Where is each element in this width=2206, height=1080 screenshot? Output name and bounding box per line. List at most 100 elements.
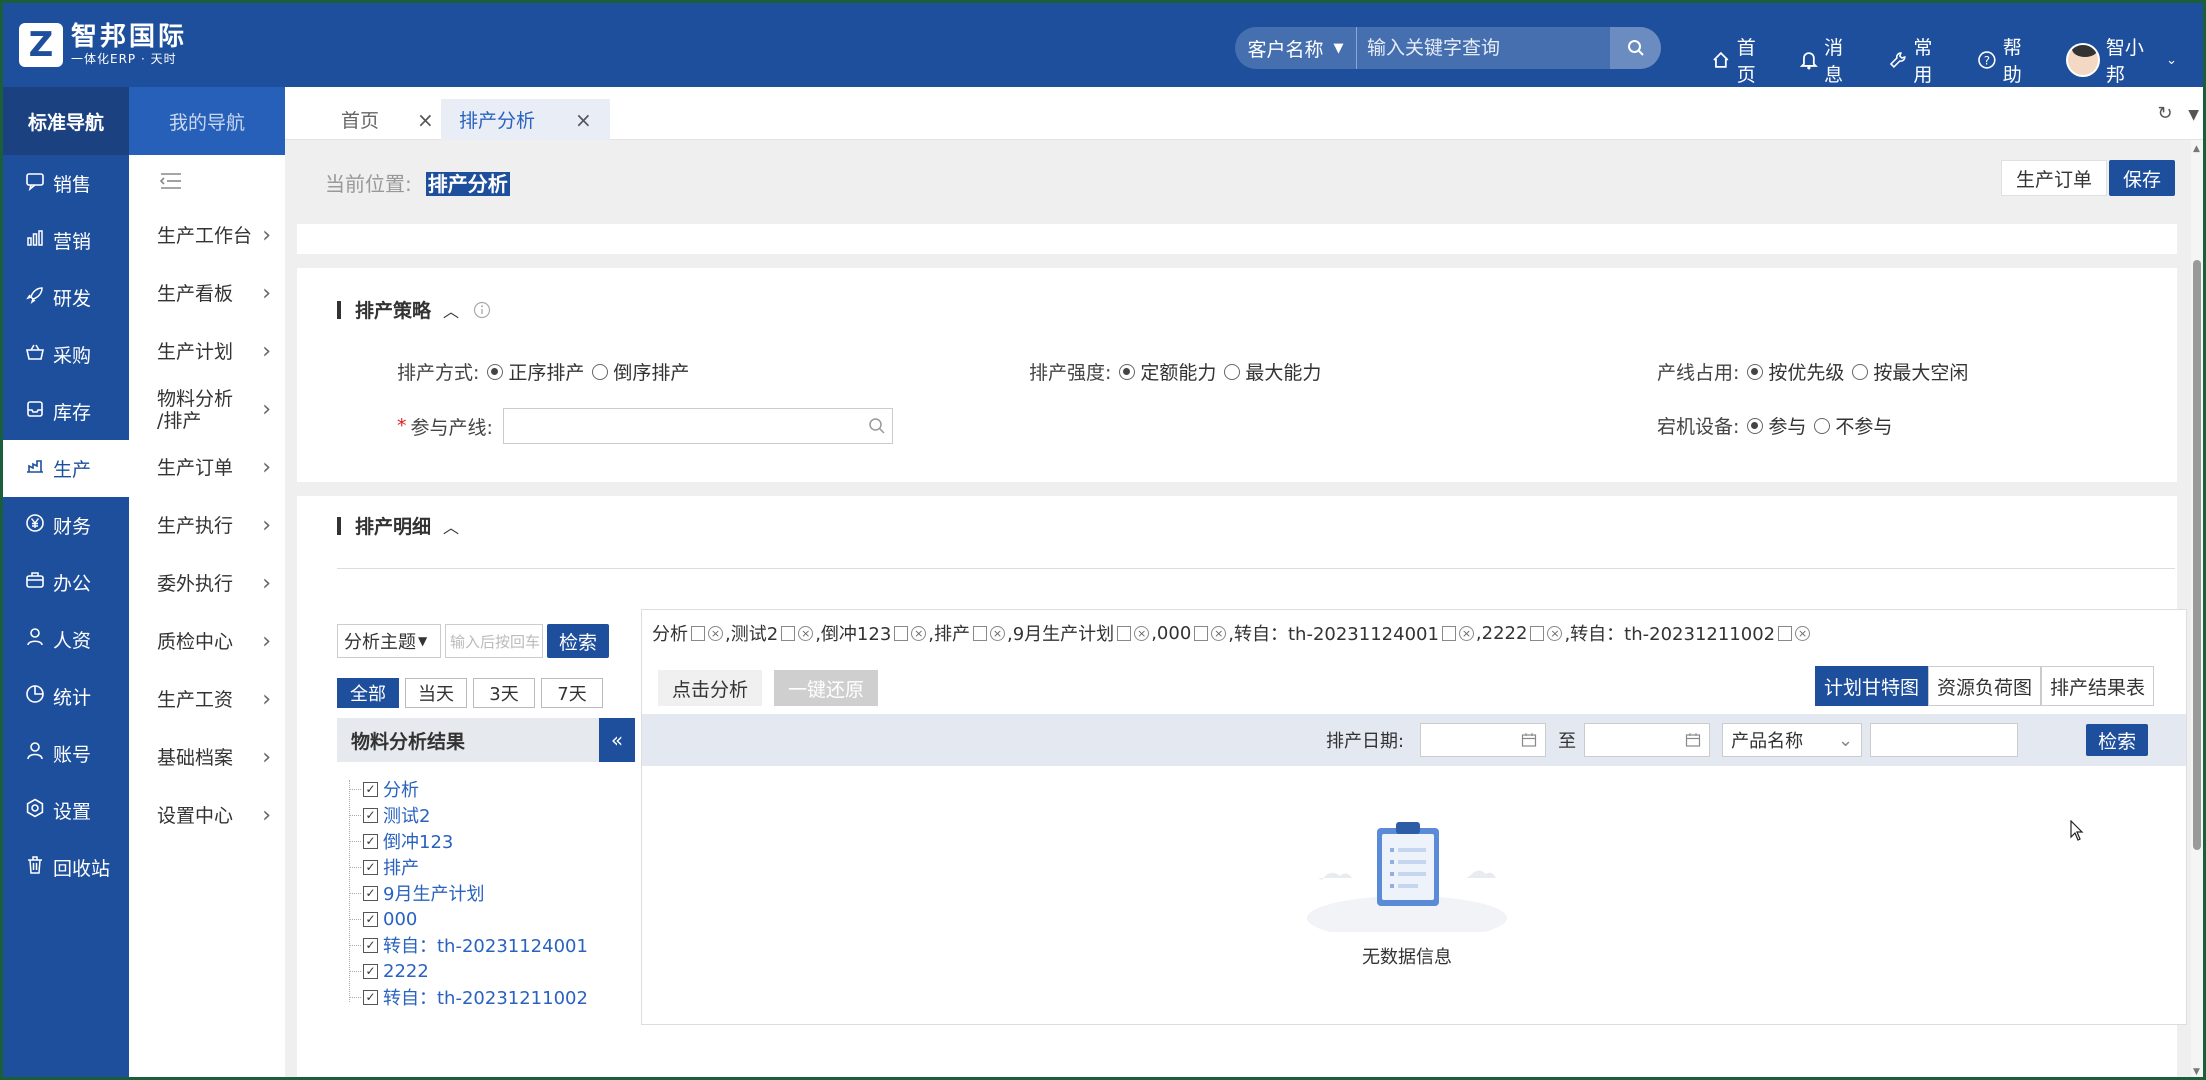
intensity-option-0[interactable]: 定额能力 [1119, 358, 1216, 385]
caret-down-icon[interactable]: ▼ [2188, 107, 2199, 123]
nav-item-6[interactable]: 财务 [3, 497, 129, 554]
note-icon[interactable] [1441, 625, 1456, 641]
downtime-option-0[interactable]: 参与 [1747, 412, 1806, 439]
subnav-item-10[interactable]: 设置中心 › [129, 787, 285, 845]
note-icon[interactable] [1117, 625, 1132, 641]
note-icon[interactable] [691, 625, 705, 641]
product-input[interactable] [1870, 723, 2019, 757]
checkbox-checked-icon[interactable]: ✓ [363, 963, 378, 979]
query-button[interactable]: 检索 [2086, 724, 2149, 756]
close-icon[interactable]: × [417, 108, 434, 132]
production-order-button[interactable]: 生产订单 [2001, 160, 2108, 196]
tree-node[interactable]: ✓ 排产 [337, 854, 637, 880]
tab-schedule-analysis[interactable]: 排产分析 × [441, 99, 610, 140]
refresh-icon[interactable]: ↻ [2157, 103, 2172, 124]
checkbox-checked-icon[interactable]: ✓ [363, 833, 378, 849]
tree-node[interactable]: ✓ 000 [337, 906, 637, 932]
subnav-item-3[interactable]: 物料分析 /排产 › [129, 381, 285, 439]
nav-item-2[interactable]: 研发 [3, 269, 129, 326]
nav-item-9[interactable]: 统计 [3, 668, 129, 725]
nav-item-5[interactable]: 生产 [3, 440, 129, 497]
range-button-2[interactable]: 3天 [473, 678, 535, 708]
remove-circle-icon[interactable]: × [1795, 625, 1811, 641]
view-tab-0[interactable]: 计划甘特图 [1814, 666, 1928, 706]
scrollbar-thumb[interactable] [2193, 260, 2201, 850]
tree-node[interactable]: ✓ 转自：th-20231124001 [337, 932, 637, 958]
subnav-item-4[interactable]: 生产订单 › [129, 439, 285, 497]
view-tab-1[interactable]: 资源负荷图 [1927, 666, 2041, 706]
line-usage-option-0[interactable]: 按优先级 [1747, 358, 1844, 385]
range-button-1[interactable]: 当天 [405, 678, 467, 708]
view-tab-2[interactable]: 排产结果表 [2040, 666, 2154, 706]
top-common-link[interactable]: 常用 [1888, 33, 1951, 87]
detail-title[interactable]: 排产明细 ︿ [337, 512, 459, 539]
collapse-menu-button[interactable] [129, 155, 285, 207]
participate-line-input[interactable] [502, 408, 893, 444]
start-date-input[interactable] [1420, 723, 1547, 757]
standard-nav-tab[interactable]: 标准导航 [3, 87, 129, 155]
restore-button[interactable]: 一键还原 [774, 670, 879, 706]
remove-circle-icon[interactable]: × [1134, 625, 1150, 641]
remove-circle-icon[interactable]: × [1458, 625, 1474, 641]
remove-circle-icon[interactable]: × [1211, 625, 1227, 641]
downtime-option-1[interactable]: 不参与 [1814, 412, 1892, 439]
collapse-left-button[interactable]: « [599, 718, 635, 762]
nav-item-10[interactable]: 账号 [3, 725, 129, 782]
scroll-down-icon[interactable]: ▼ [2193, 1067, 2200, 1077]
remove-circle-icon[interactable]: × [798, 625, 814, 641]
remove-circle-icon[interactable]: × [990, 625, 1005, 641]
top-home-link[interactable]: 首页 [1711, 33, 1774, 87]
analyze-button[interactable]: 点击分析 [658, 670, 763, 706]
tree-node[interactable]: ✓ 2222 [337, 958, 637, 984]
checkbox-checked-icon[interactable]: ✓ [363, 807, 378, 823]
page-scrollbar[interactable]: ▲ ▼ [2191, 140, 2203, 1077]
nav-item-0[interactable]: 销售 [3, 155, 129, 212]
tree-node[interactable]: ✓ 9月生产计划 [337, 880, 637, 906]
subnav-item-8[interactable]: 生产工资 › [129, 671, 285, 729]
note-icon[interactable] [1530, 625, 1545, 641]
subnav-item-9[interactable]: 基础档案 › [129, 729, 285, 787]
note-icon[interactable] [973, 625, 987, 641]
tree-node[interactable]: ✓ 倒冲123 [337, 828, 637, 854]
nav-item-7[interactable]: 办公 [3, 554, 129, 611]
nav-item-3[interactable]: 采购 [3, 326, 129, 383]
search-input[interactable] [1357, 27, 1611, 69]
checkbox-checked-icon[interactable]: ✓ [363, 937, 378, 953]
note-icon[interactable] [894, 625, 909, 641]
close-icon[interactable]: × [575, 108, 592, 132]
nav-item-1[interactable]: 营销 [3, 212, 129, 269]
search-button[interactable] [1610, 27, 1661, 69]
user-menu[interactable]: 智小邦 ⌄ [2066, 33, 2177, 87]
product-select[interactable]: 产品名称 ⌄ [1722, 723, 1863, 757]
tab-home[interactable]: 首页 × [285, 99, 454, 140]
strategy-title[interactable]: 排产策略 ︿ [337, 296, 491, 323]
mode-option-1[interactable]: 倒序排产 [592, 358, 689, 385]
intensity-option-1[interactable]: 最大能力 [1224, 358, 1321, 385]
subnav-item-0[interactable]: 生产工作台 › [129, 207, 285, 265]
note-icon[interactable] [781, 625, 796, 641]
keyword-input[interactable]: 输入后按回车 [445, 624, 543, 658]
scroll-up-icon[interactable]: ▲ [2193, 144, 2200, 154]
note-icon[interactable] [1194, 625, 1209, 641]
theme-search-button[interactable]: 检索 [547, 624, 610, 658]
theme-select[interactable]: 分析主题 ▼ [337, 624, 441, 658]
checkbox-checked-icon[interactable]: ✓ [363, 885, 378, 901]
logo[interactable]: Z 智邦国际 一体化ERP · 天时 [19, 23, 187, 67]
tree-node[interactable]: ✓ 测试2 [337, 802, 637, 828]
remove-circle-icon[interactable]: × [911, 625, 927, 641]
subnav-item-5[interactable]: 生产执行 › [129, 497, 285, 555]
range-button-0[interactable]: 全部 [337, 678, 399, 708]
top-messages-link[interactable]: 消息 [1800, 33, 1861, 87]
remove-circle-icon[interactable]: × [1547, 625, 1563, 641]
subnav-item-2[interactable]: 生产计划 › [129, 323, 285, 381]
note-icon[interactable] [1778, 625, 1793, 641]
checkbox-checked-icon[interactable]: ✓ [363, 911, 378, 927]
end-date-input[interactable] [1584, 723, 1711, 757]
line-usage-option-1[interactable]: 按最大空闲 [1852, 358, 1968, 385]
remove-circle-icon[interactable]: × [708, 625, 723, 641]
mode-option-0[interactable]: 正序排产 [487, 358, 584, 385]
checkbox-checked-icon[interactable]: ✓ [363, 781, 378, 797]
my-nav-tab[interactable]: 我的导航 [129, 87, 285, 155]
save-button[interactable]: 保存 [2109, 160, 2176, 196]
nav-item-8[interactable]: 人资 [3, 611, 129, 668]
